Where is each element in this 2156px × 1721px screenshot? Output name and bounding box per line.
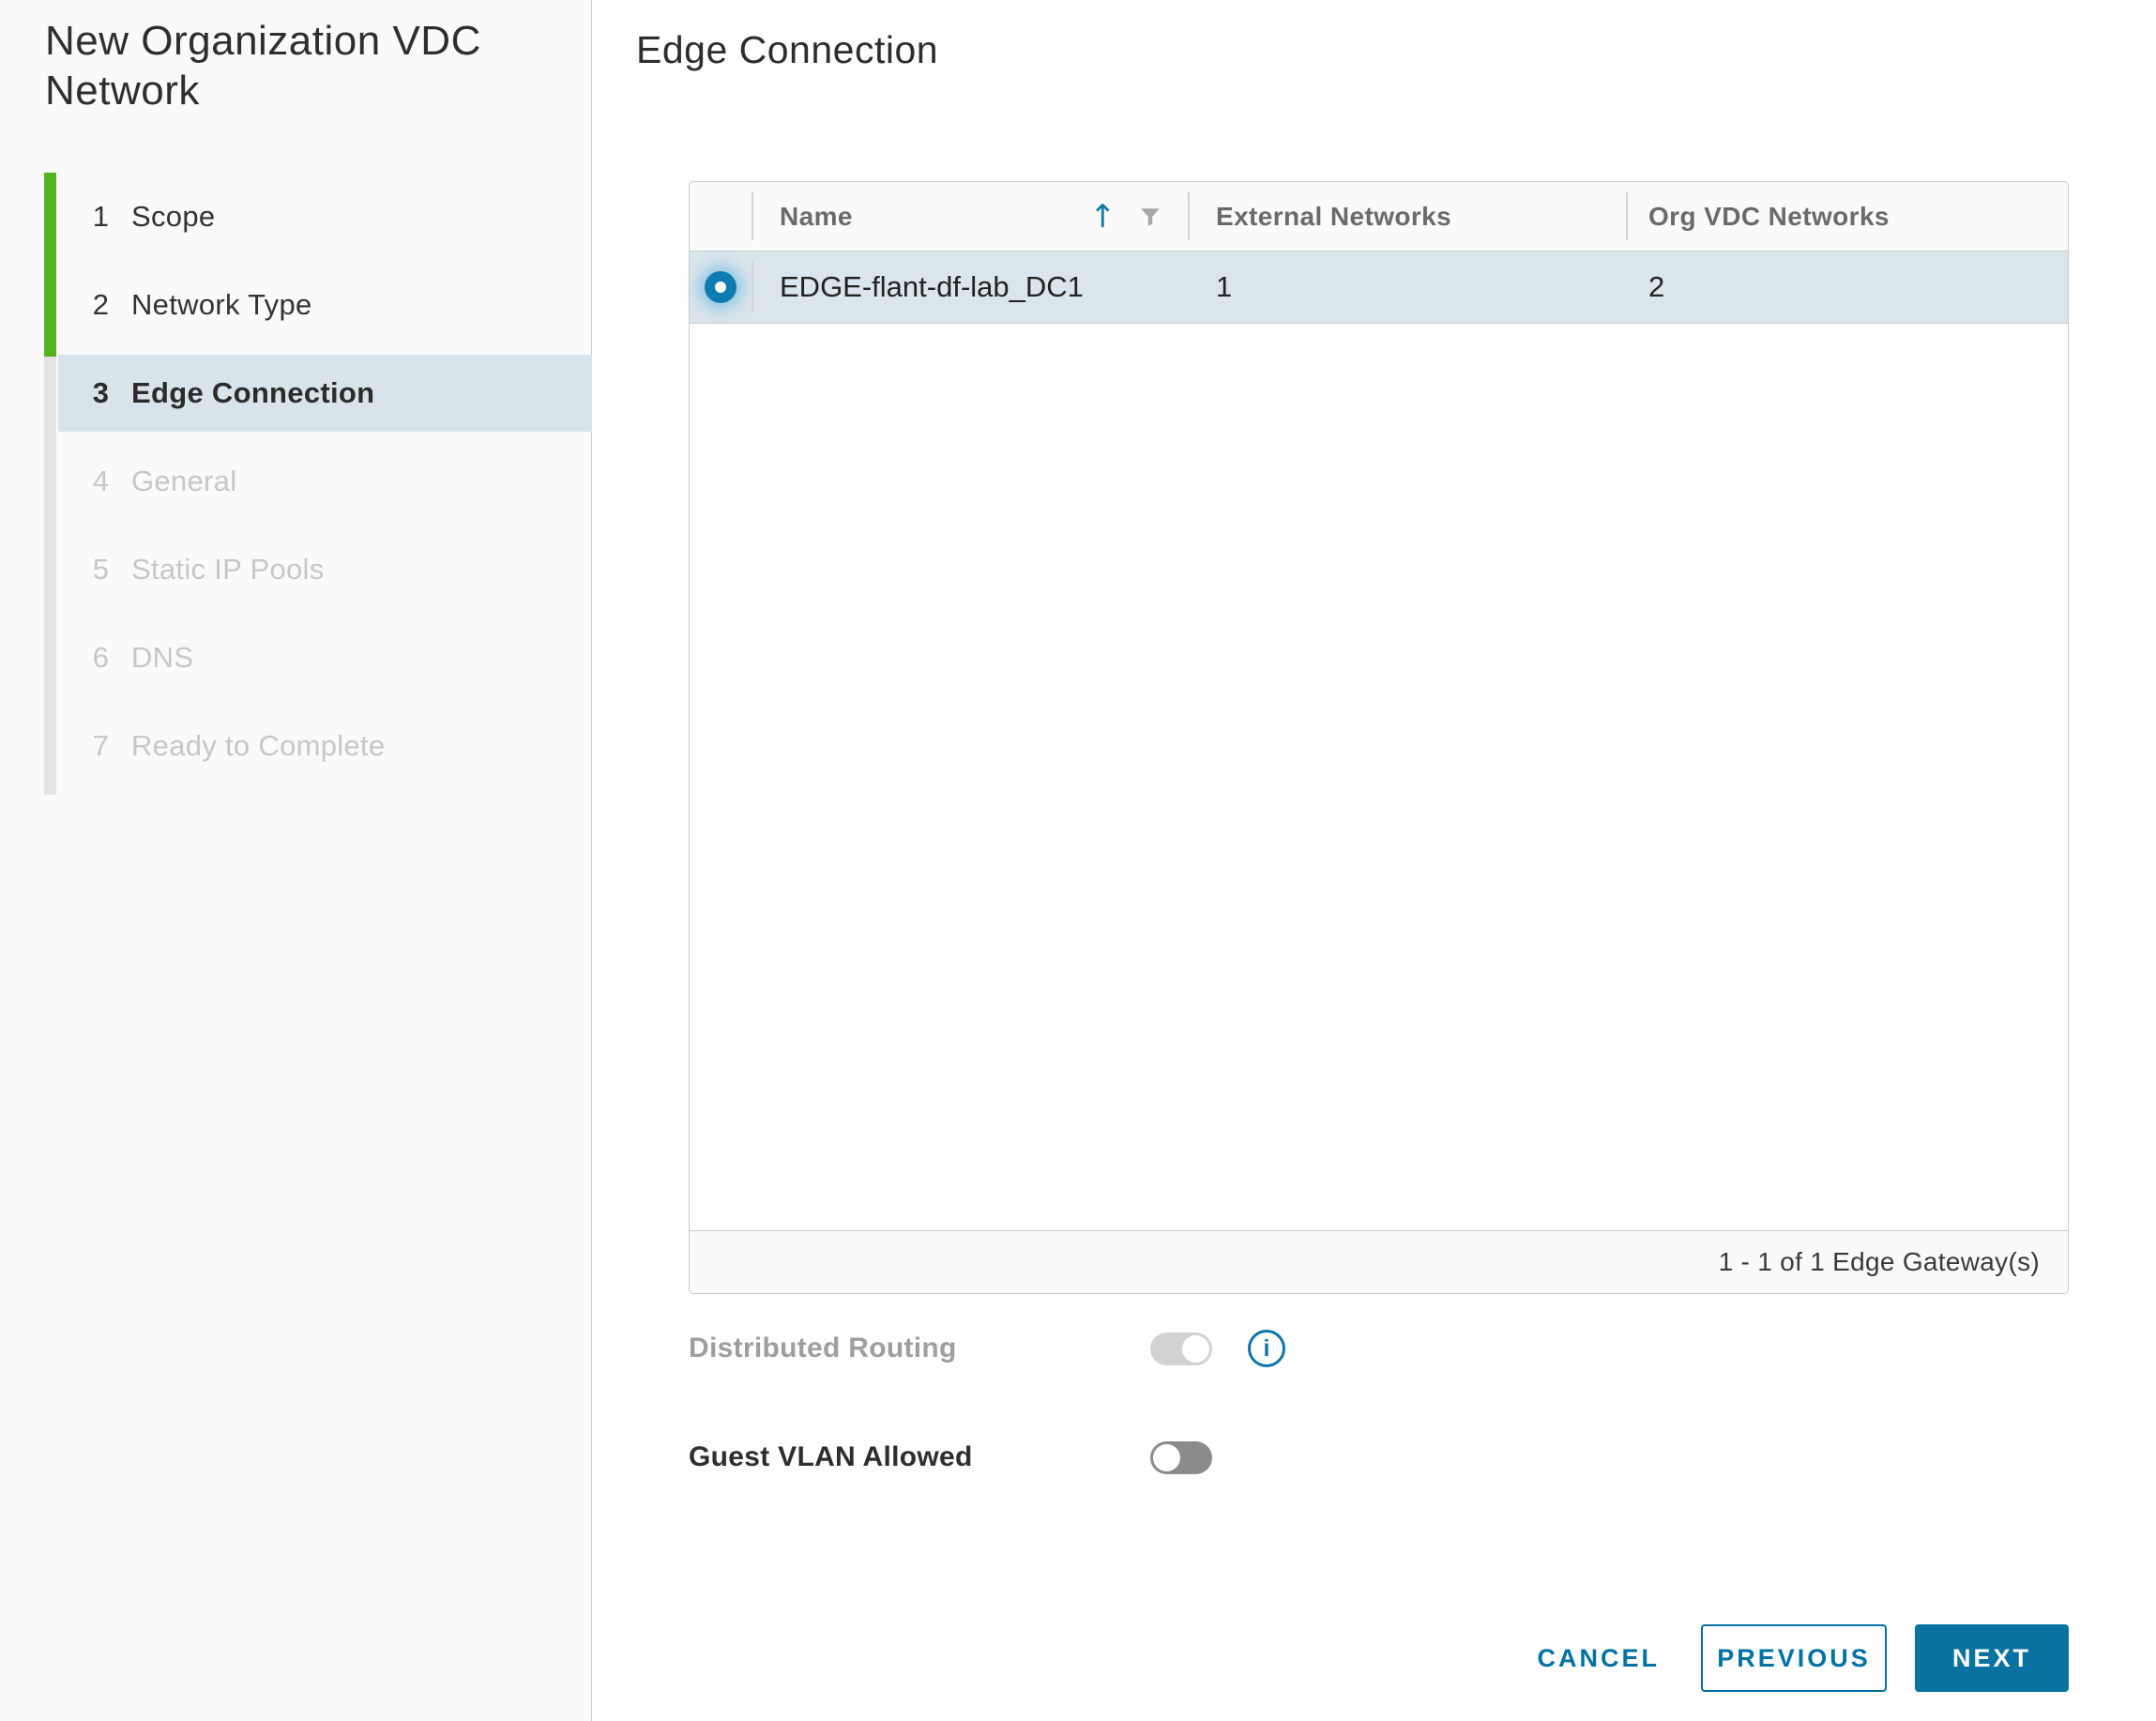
toggle-knob — [1182, 1334, 1209, 1363]
step-number: 1 — [92, 200, 109, 233]
wizard-sidebar: New Organization VDC Network 1 Scope 2 N… — [0, 0, 592, 1721]
step-label: DNS — [131, 641, 194, 674]
step-number: 7 — [92, 729, 109, 762]
table-footer-count: 1 - 1 of 1 Edge Gateway(s) — [1718, 1247, 2040, 1276]
table-footer: 1 - 1 of 1 Edge Gateway(s) — [690, 1230, 2068, 1293]
guest-vlan-label: Guest VLAN Allowed — [689, 1441, 973, 1472]
step-label: General — [131, 465, 237, 497]
row-radio-cell — [690, 251, 752, 323]
cancel-button[interactable]: CANCEL — [1524, 1624, 1673, 1692]
step-scope[interactable]: 1 Scope — [58, 173, 592, 261]
column-header-label: Org VDC Networks — [1648, 201, 1890, 231]
column-header-label: Name — [780, 201, 853, 231]
step-general: 4 General — [58, 437, 592, 525]
wizard-title: New Organization VDC Network — [45, 18, 481, 114]
step-label: Edge Connection — [131, 376, 375, 409]
step-dns: 6 DNS — [58, 614, 592, 702]
previous-button[interactable]: PREVIOUS — [1700, 1624, 1887, 1692]
table-header-row: Name ↑ External Networks Org VDC Network… — [690, 182, 2068, 251]
cell-name: EDGE-flant-df-lab_DC1 — [752, 251, 1188, 323]
page-title: Edge Connection — [636, 28, 939, 71]
step-label: Ready to Complete — [131, 729, 386, 762]
step-number: 2 — [92, 288, 109, 321]
guest-vlan-toggle[interactable] — [1150, 1440, 1212, 1474]
step-label: Network Type — [131, 288, 312, 321]
step-label: Static IP Pools — [131, 553, 325, 586]
column-header-name[interactable]: Name ↑ — [752, 182, 1188, 251]
table-empty-area — [690, 324, 2068, 1230]
step-number: 4 — [92, 465, 109, 497]
step-number: 6 — [92, 641, 109, 674]
step-number: 3 — [92, 376, 109, 409]
row-radio-selected[interactable] — [705, 271, 736, 303]
next-button[interactable]: NEXT — [1914, 1624, 2069, 1692]
toggle-knob — [1153, 1443, 1180, 1471]
column-header-label: External Networks — [1216, 201, 1452, 231]
info-icon[interactable]: i — [1248, 1330, 1285, 1367]
wizard-content: Edge Connection Name ↑ External Networks… — [593, 0, 2156, 1721]
edge-gateway-table: Name ↑ External Networks Org VDC Network… — [689, 181, 2069, 1294]
column-header-org-vdc-networks[interactable]: Org VDC Networks — [1626, 182, 2068, 251]
column-header-external-networks[interactable]: External Networks — [1188, 182, 1626, 251]
step-edge-connection[interactable]: 3 Edge Connection — [58, 349, 592, 437]
radio-column-header — [690, 182, 752, 251]
cell-external-networks: 1 — [1216, 270, 1233, 303]
guest-vlan-field: Guest VLAN Allowed — [689, 1424, 1212, 1491]
distributed-routing-label: Distributed Routing — [689, 1333, 957, 1363]
distributed-routing-toggle — [1150, 1332, 1212, 1365]
distributed-routing-field: Distributed Routing i — [689, 1315, 1285, 1382]
step-ready-to-complete: 7 Ready to Complete — [58, 702, 592, 790]
sort-ascending-icon[interactable]: ↑ — [1089, 201, 1116, 233]
step-number: 5 — [92, 553, 109, 586]
step-network-type[interactable]: 2 Network Type — [58, 261, 592, 349]
filter-icon[interactable] — [1139, 206, 1162, 228]
wizard-actions: CANCEL PREVIOUS NEXT — [1524, 1624, 2069, 1692]
cell-org-vdc-networks: 2 — [1648, 270, 1665, 303]
step-label: Scope — [131, 200, 216, 233]
wizard-steps: 1 Scope 2 Network Type 3 Edge Connection… — [0, 173, 592, 790]
new-org-vdc-network-wizard: New Organization VDC Network 1 Scope 2 N… — [0, 0, 2156, 1721]
table-row[interactable]: EDGE-flant-df-lab_DC1 1 2 — [690, 251, 2068, 324]
step-static-ip-pools: 5 Static IP Pools — [58, 525, 592, 614]
